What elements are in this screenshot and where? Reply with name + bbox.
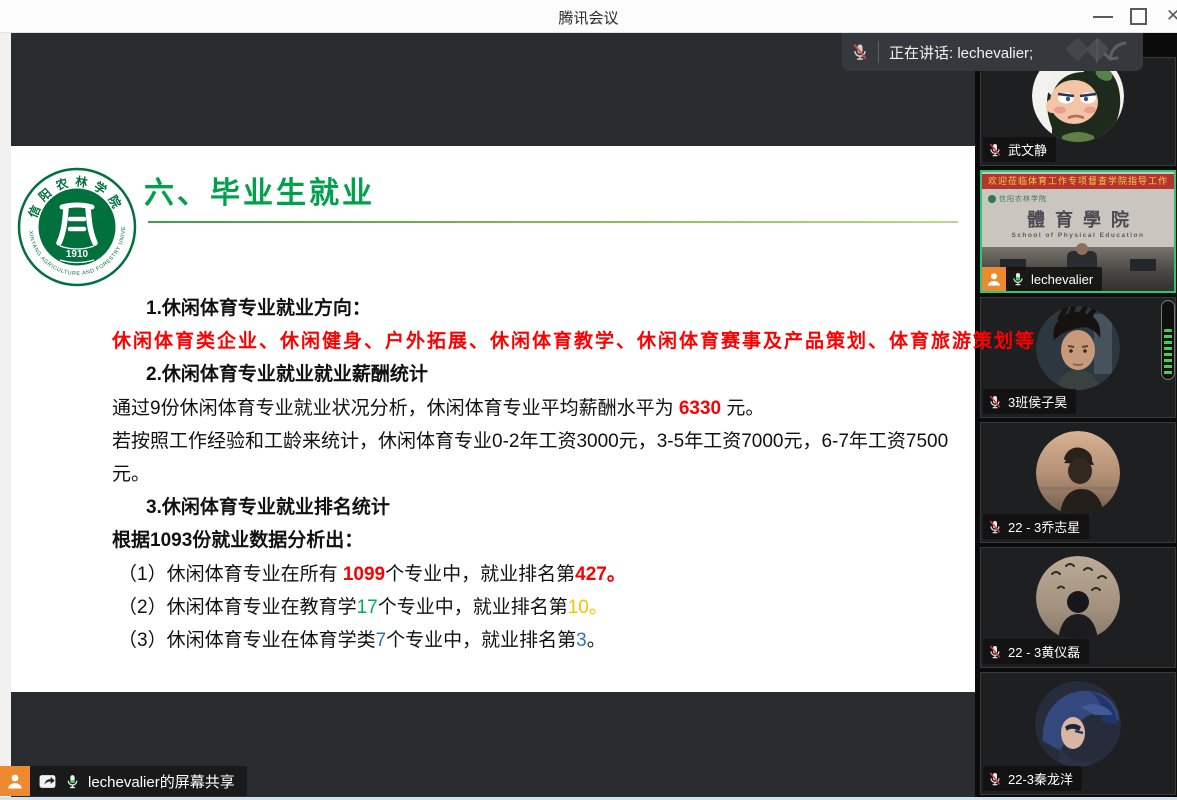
university-logo: 信阳农林学院 XINYANG AGRICULTURE AND FORESTRY … (16, 166, 138, 288)
avg-salary-value: 6330 (679, 398, 721, 419)
slide-salary-line-2: 若按照工作经验和工龄来统计，休闲体育专业0-2年工资3000元，3-5年工资70… (112, 425, 976, 458)
mini-logo-icon (988, 195, 996, 203)
slide-title-rule (148, 221, 958, 223)
video-hall-subtitle: School of Physical Education (982, 232, 1174, 239)
video-hall-title: 體育學院 (982, 206, 1174, 232)
minimize-icon (1093, 16, 1113, 18)
video-banner-text: 欢迎莅临体育工作专项督查学院指导工作 (982, 174, 1174, 189)
total-majors-count: 1099 (343, 564, 385, 585)
participant-tile-qiaozhixing[interactable]: 22 - 3乔志星 (980, 422, 1176, 543)
participant-name: 22 - 3乔志星 (1008, 517, 1080, 536)
window-title: 腾讯会议 (0, 7, 1177, 28)
participant-name-badge: 22-3秦龙洋 (983, 766, 1082, 791)
maximize-button[interactable] (1122, 0, 1156, 33)
presenter-badge (0, 766, 30, 796)
participant-name-badge: 3班侯子昊 (983, 389, 1076, 414)
sports-majors-count: 7 (376, 630, 387, 651)
overall-rank: 427 (575, 564, 607, 585)
audio-level-meter (1161, 300, 1175, 380)
participant-name: 22-3秦龙洋 (1008, 769, 1073, 788)
education-majors-count: 17 (357, 597, 378, 618)
screen-share-icon (38, 772, 57, 791)
slide-heading-3: 3.休闲体育专业就业排名统计 (112, 491, 976, 524)
sports-rank: 3 (576, 630, 587, 651)
muted-mic-icon (987, 394, 1003, 410)
share-label: lechevalier的屏幕共享 (88, 771, 235, 792)
screen-share-chip: lechevalier的屏幕共享 (0, 766, 247, 796)
left-gutter (0, 33, 11, 800)
presenter-person-icon (6, 772, 24, 790)
slide-employment-directions: 休闲体育类企业、休闲健身、户外拓展、休闲体育教学、休闲体育赛事及产品策划、体育旅… (112, 325, 976, 358)
muted-mic-icon (987, 644, 1003, 660)
slide-rank-item-3: （3）休闲体育专业在体育学类7个专业中，就业排名第3。 (112, 624, 976, 657)
muted-mic-icon (987, 519, 1003, 535)
slide-rank-intro: 根据1093份就业数据分析出： (112, 524, 976, 557)
participant-name: lechevalier (1031, 272, 1093, 287)
tencent-meeting-window: 腾讯会议 ✕ 信阳农林学院 XINYANG AGRICULTURE AND FO… (0, 0, 1177, 800)
video-mini-logo: 信阳农林学院 (988, 194, 1047, 204)
slide-rank-item-2: （2）休闲体育专业在教育学17个专业中，就业排名第10。 (112, 591, 976, 624)
education-rank: 10 (568, 597, 589, 618)
participant-tile-houzihao[interactable]: 3班侯子昊 (980, 297, 1176, 418)
slide-salary-line-3: 元。 (112, 458, 976, 491)
participant-name-badge: lechevalier (1006, 267, 1102, 291)
maximize-icon (1130, 8, 1147, 25)
toast-divider (878, 41, 879, 63)
video-monitor-right (1130, 259, 1156, 271)
speaking-toast: 正在讲话: lechevalier; (842, 33, 1143, 71)
close-button[interactable]: ✕ (1158, 0, 1177, 33)
presenter-person-icon (986, 271, 1002, 287)
participant-tile-lechevalier[interactable]: 欢迎莅临体育工作专项督查学院指导工作 信阳农林学院 體育學院 School of… (980, 170, 1176, 293)
close-icon: ✕ (1166, 6, 1177, 26)
participant-name: 22 - 3黄仪磊 (1008, 642, 1080, 661)
avatar-huangyilei (1036, 556, 1120, 640)
audio-level-fill (1164, 329, 1172, 375)
avatar-qinlongyang (1035, 681, 1121, 767)
participant-tile-huangyilei[interactable]: 22 - 3黄仪磊 (980, 547, 1176, 668)
muted-mic-icon (987, 142, 1003, 158)
avatar-houzihao (1036, 306, 1120, 390)
avatar-qiaozhixing (1036, 431, 1120, 515)
participant-name-badge: 22 - 3黄仪磊 (983, 639, 1089, 664)
muted-mic-icon (987, 771, 1003, 787)
presenter-badge (982, 267, 1006, 291)
slide-heading-2: 2.休闲体育专业就业就业薪酬统计 (112, 358, 976, 391)
slide-salary-line-1: 通过9份休闲体育专业就业状况分析，休闲体育专业平均薪酬水平为 6330 元。 (112, 392, 976, 425)
titlebar: 腾讯会议 ✕ (0, 0, 1177, 33)
slide-title: 六、毕业生就业 (144, 168, 375, 212)
participant-name-badge: 武文静 (983, 137, 1056, 162)
slide-body: 1.休闲体育专业就业方向： 休闲体育类企业、休闲健身、户外拓展、休闲体育教学、休… (112, 292, 976, 657)
slide-heading-1: 1.休闲体育专业就业方向： (112, 292, 976, 325)
live-mic-icon (1010, 271, 1026, 287)
participant-tile-qinlongyang[interactable]: 22-3秦龙洋 (980, 672, 1176, 795)
muted-mic-icon (850, 42, 870, 62)
participant-name-badge: 22 - 3乔志星 (983, 514, 1089, 539)
participant-tile-wuwenjing[interactable]: 武文静 (980, 57, 1176, 166)
reply-arrow-icon (1063, 37, 1137, 69)
participant-name: 3班侯子昊 (1008, 392, 1067, 411)
minimize-button[interactable] (1086, 0, 1120, 33)
participant-name: 武文静 (1008, 140, 1047, 159)
speaking-label: 正在讲话: lechevalier; (889, 42, 1033, 63)
slide-rank-item-1: （1）休闲体育专业在所有 1099个专业中，就业排名第427。 (112, 558, 976, 591)
logo-year: 1910 (66, 249, 89, 260)
live-mic-icon (64, 773, 81, 790)
